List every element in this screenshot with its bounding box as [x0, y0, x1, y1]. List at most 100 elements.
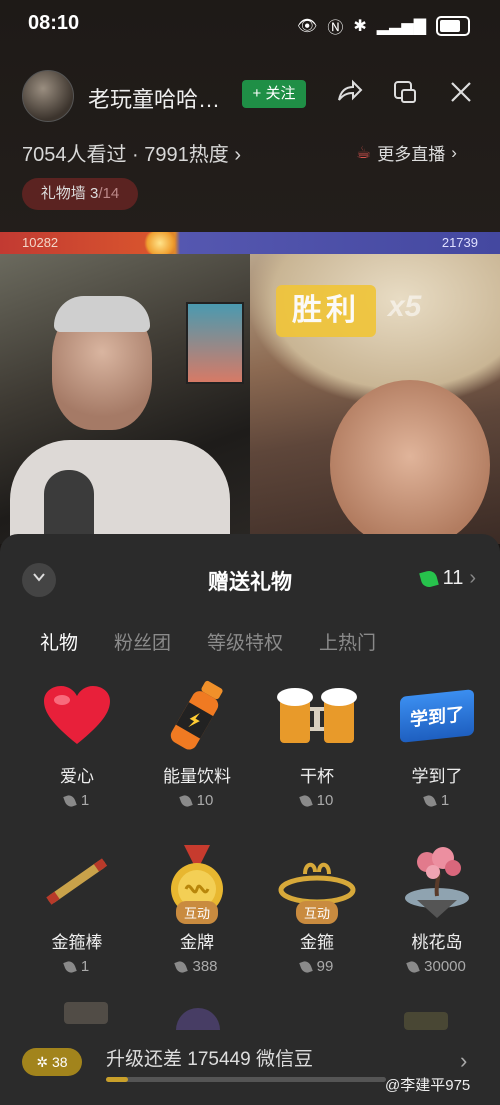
coin-leaf-icon — [418, 568, 439, 589]
clock: 08:10 — [28, 12, 80, 34]
more-live-button[interactable]: ☕ 更多直播 › — [356, 140, 457, 165]
coin-balance[interactable]: 11 › — [418, 567, 476, 590]
peach-island-icon — [378, 842, 496, 922]
gift-price: 10 — [258, 792, 376, 809]
battery-icon — [436, 16, 470, 36]
eye-icon: 👁 — [297, 18, 318, 35]
tab-gifts[interactable]: 礼物 — [40, 628, 78, 655]
tab-trending[interactable]: 上热门 — [319, 628, 376, 655]
gift-item-partial[interactable] — [404, 1012, 448, 1030]
chevron-right-icon[interactable]: › — [460, 1048, 467, 1074]
gift-name: 爱心 — [60, 767, 94, 786]
gift-wall-label: 礼物墙 — [40, 185, 86, 202]
gift-name: 能量饮料 — [163, 767, 231, 786]
coin-icon — [63, 793, 77, 808]
gift-name: 金牌 — [180, 933, 214, 952]
chevron-right-icon: › — [469, 567, 476, 589]
pk-spark-icon — [142, 232, 178, 254]
gift-item-gold-medal[interactable]: 互动 金牌 388 — [138, 842, 256, 975]
signal-icon: ▂▃▅▇ — [376, 18, 426, 35]
coin-count: 11 — [442, 567, 464, 589]
gift-name: 金箍棒 — [51, 933, 103, 952]
interactive-badge: 互动 — [175, 901, 219, 924]
host-name[interactable]: 老玩童哈哈… — [88, 82, 220, 114]
sparkle-icon: ✲ — [36, 1054, 49, 1070]
gift-item-cheers[interactable]: 干杯 10 — [258, 676, 376, 809]
coin-icon — [178, 793, 193, 808]
beer-cheers-icon — [258, 676, 376, 756]
chevron-right-icon: › — [451, 142, 457, 162]
gift-price: 388 — [138, 958, 256, 975]
coin-icon — [406, 959, 420, 974]
gift-tabs: 礼物 粉丝团 等级特权 上热门 — [40, 628, 376, 655]
coffee-cup-icon: ☕ — [356, 142, 372, 162]
pk-left-score: 10282 — [22, 235, 59, 250]
coin-icon — [174, 959, 189, 974]
minimize-window-icon[interactable] — [390, 78, 420, 108]
gift-price: 1 — [18, 792, 136, 809]
gift-price-value: 30000 — [424, 958, 466, 975]
level-badge[interactable]: ✲ 38 — [22, 1048, 82, 1076]
gift-price-value: 99 — [316, 958, 334, 975]
gift-price: 99 — [258, 958, 376, 975]
interactive-badge: 互动 — [295, 901, 339, 924]
win-multiplier: x5 — [388, 290, 422, 323]
coin-icon — [298, 793, 313, 808]
microphone — [44, 470, 94, 544]
wall-poster — [186, 302, 244, 384]
heart-icon — [18, 676, 136, 756]
gift-item-golden-staff[interactable]: 金箍棒 1 — [18, 842, 136, 975]
gift-price-value: 388 — [192, 958, 218, 975]
share-icon[interactable] — [334, 78, 364, 108]
status-bar: 08:10 👁 Ⓝ ✱ ▂▃▅▇ — [0, 0, 500, 50]
right-streamer-face — [330, 380, 490, 550]
gift-price-value: 10 — [196, 792, 214, 809]
close-icon[interactable] — [446, 78, 476, 108]
view-stats-text: 7054人看过 · 7991热度 — [22, 144, 229, 166]
gift-name: 学到了 — [411, 767, 463, 786]
book-icon: 学到了 — [378, 676, 496, 756]
gift-item-partial[interactable] — [64, 1002, 108, 1024]
gift-name: 桃花岛 — [411, 933, 463, 952]
gift-wall-total: /14 — [98, 185, 120, 202]
gift-price: 1 — [18, 958, 136, 975]
win-label: 胜利 — [276, 285, 376, 337]
gift-price-value: 1 — [80, 792, 90, 809]
view-stats[interactable]: 7054人看过 · 7991热度 › — [22, 138, 241, 167]
gift-item-learned[interactable]: 学到了 学到了 1 — [378, 676, 496, 809]
coin-icon — [298, 959, 313, 974]
gift-name: 金箍 — [300, 933, 334, 952]
gift-name: 干杯 — [300, 767, 334, 786]
pk-progress-bar — [0, 232, 500, 254]
gift-price-value: 1 — [80, 958, 90, 975]
level-upgrade-text: 升级还差 175449 微信豆 — [106, 1049, 313, 1070]
bluetooth-icon: ✱ — [353, 18, 367, 35]
gift-item-heart[interactable]: 爱心 1 — [18, 676, 136, 809]
energy-drink-icon — [138, 676, 256, 756]
pk-right-score: 21739 — [441, 235, 478, 250]
gift-price-value: 10 — [316, 792, 334, 809]
left-streamer-hair — [54, 296, 150, 332]
more-live-label: 更多直播 — [377, 145, 446, 164]
golden-headband-icon: 互动 — [258, 842, 376, 924]
gift-wall-button[interactable]: 礼物墙 3/14 — [22, 178, 138, 210]
follow-button[interactable]: + 关注 — [242, 80, 306, 108]
gift-item-golden-headband[interactable]: 互动 金箍 99 — [258, 842, 376, 975]
gift-price: 1 — [378, 792, 496, 809]
watermark: @李建平975 — [385, 1077, 471, 1094]
gold-medal-icon: 互动 — [138, 842, 256, 924]
coin-icon — [63, 959, 77, 974]
golden-staff-icon — [18, 842, 136, 922]
book-icon-text: 学到了 — [400, 689, 474, 743]
status-icons: 👁 Ⓝ ✱ ▂▃▅▇ — [297, 14, 470, 38]
gift-item-energy-drink[interactable]: 能量饮料 10 — [138, 676, 256, 809]
host-avatar[interactable] — [22, 70, 74, 122]
nfc-icon: Ⓝ — [327, 20, 344, 37]
level-progress-track — [106, 1077, 386, 1082]
tab-level-privilege[interactable]: 等级特权 — [207, 628, 283, 655]
gift-price-value: 1 — [440, 792, 450, 809]
gift-price: 10 — [138, 792, 256, 809]
coin-icon — [423, 793, 437, 808]
gift-item-peach-island[interactable]: 桃花岛 30000 — [378, 842, 496, 975]
tab-fan-club[interactable]: 粉丝团 — [114, 628, 171, 655]
